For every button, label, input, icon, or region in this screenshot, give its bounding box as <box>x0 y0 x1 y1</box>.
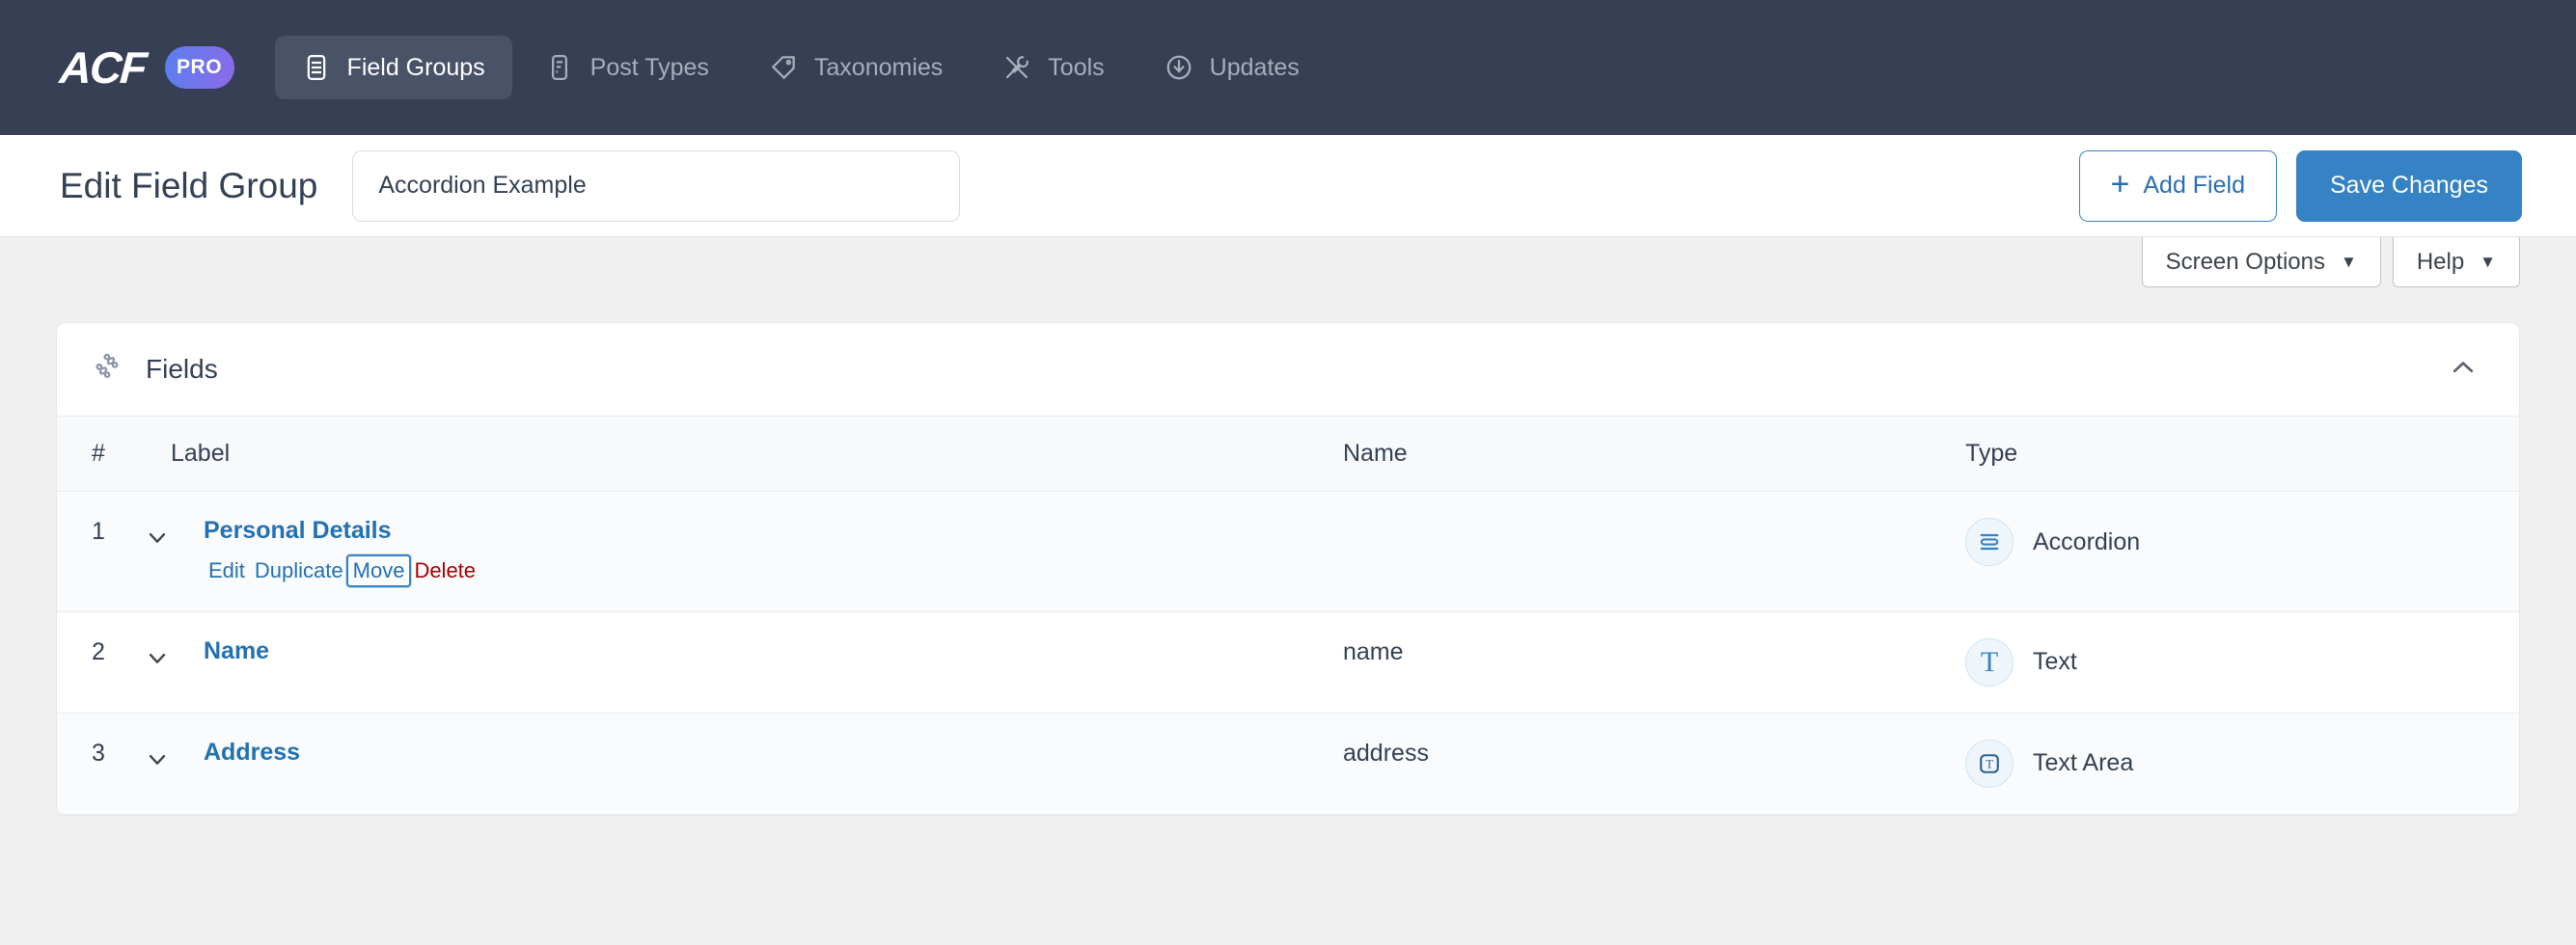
plus-icon: + <box>2111 168 2130 201</box>
row-label-cell: Address <box>171 713 1343 814</box>
row-expand-toggle[interactable] <box>144 518 204 551</box>
nav-label-post-types: Post Types <box>590 54 709 82</box>
table-header-row: # Label Name Type <box>57 417 2519 492</box>
fields-panel-title: Fields <box>146 354 218 385</box>
fields-table-body: 1 Personal Details Edit <box>57 492 2519 815</box>
save-changes-button[interactable]: Save Changes <box>2296 150 2522 222</box>
row-expand-toggle[interactable] <box>144 638 204 671</box>
row-type-label: Text <box>2033 648 2077 676</box>
acf-logo: ACF <box>58 45 147 90</box>
table-row: 3 Address add <box>57 713 2519 814</box>
row-label-cell: Name <box>171 611 1343 713</box>
row-name-cell: name <box>1343 611 1965 713</box>
row-action-delete[interactable]: Delete <box>409 556 480 585</box>
row-number: 1 <box>57 492 171 612</box>
screen-options-tab[interactable]: Screen Options ▼ <box>2142 237 2381 287</box>
text-icon: T <box>1965 638 2014 687</box>
nav-item-taxonomies[interactable]: Taxonomies <box>742 36 970 99</box>
row-expand-toggle[interactable] <box>144 740 204 772</box>
fields-table: # Label Name Type 1 <box>57 416 2519 815</box>
chevron-down-icon: ▼ <box>2341 254 2357 270</box>
fields-panel-area: Fields # Label Name Type <box>0 300 2576 816</box>
row-action-move[interactable]: Move <box>348 556 410 585</box>
row-type-label: Text Area <box>2033 749 2133 777</box>
add-field-button[interactable]: + Add Field <box>2079 150 2277 222</box>
svg-text:T: T <box>1986 757 1993 770</box>
tools-wrench-icon <box>1002 53 1031 82</box>
row-actions: Edit Duplicate Move Delete <box>204 556 480 585</box>
pro-badge: PRO <box>165 46 234 89</box>
acf-brand[interactable]: ACF PRO <box>60 45 234 90</box>
post-types-icon <box>545 53 574 82</box>
help-label: Help <box>2417 249 2464 276</box>
page-title: Edit Field Group <box>60 166 317 206</box>
row-action-edit[interactable]: Edit <box>204 556 250 585</box>
row-name-cell: address <box>1343 713 1965 814</box>
nav-item-updates[interactable]: Updates <box>1137 36 1327 99</box>
nav-label-taxonomies: Taxonomies <box>814 54 943 82</box>
field-groups-icon <box>302 53 331 82</box>
column-header-type: Type <box>1965 417 2519 492</box>
field-label-link[interactable]: Personal Details <box>204 518 480 545</box>
fields-panel: Fields # Label Name Type <box>56 322 2520 816</box>
nav-item-field-groups[interactable]: Field Groups <box>275 36 512 99</box>
row-label-cell: Personal Details Edit Duplicate Move Del… <box>171 492 1343 612</box>
updates-download-icon <box>1165 53 1193 82</box>
row-action-duplicate[interactable]: Duplicate <box>250 556 348 585</box>
field-label-link[interactable]: Name <box>204 638 269 665</box>
add-field-label: Add Field <box>2143 172 2245 200</box>
row-type-cell: T Text <box>1965 611 2519 713</box>
header-action-buttons: + Add Field Save Changes <box>2079 150 2523 222</box>
nav-label-tools: Tools <box>1048 54 1104 82</box>
text-glyph: T <box>1981 648 1998 677</box>
top-navigation-bar: ACF PRO Field Groups <box>0 0 2576 135</box>
nav-item-tools[interactable]: Tools <box>975 36 1131 99</box>
text-area-icon: T <box>1965 740 2014 788</box>
screen-options-label: Screen Options <box>2166 249 2325 276</box>
puzzle-piece-icon <box>92 351 124 389</box>
row-name-cell <box>1343 492 1965 612</box>
help-tab[interactable]: Help ▼ <box>2393 237 2520 287</box>
nav-label-field-groups: Field Groups <box>347 54 485 82</box>
nav-label-updates: Updates <box>1210 54 1300 82</box>
column-header-number: # <box>57 417 171 492</box>
column-header-label: Label <box>171 417 1343 492</box>
field-group-title-input[interactable] <box>352 150 960 222</box>
fields-table-head: # Label Name Type <box>57 417 2519 492</box>
nav-item-post-types[interactable]: Post Types <box>518 36 736 99</box>
screen-meta-row: Screen Options ▼ Help ▼ <box>0 237 2576 300</box>
taxonomies-tag-icon <box>769 53 798 82</box>
chevron-up-icon <box>2449 353 2478 387</box>
field-label-link[interactable]: Address <box>204 740 300 767</box>
table-row: 2 Name name <box>57 611 2519 713</box>
fields-panel-header: Fields <box>57 323 2519 416</box>
table-row: 1 Personal Details Edit <box>57 492 2519 612</box>
row-type-cell: T Text Area <box>1965 713 2519 814</box>
edit-header-bar: Edit Field Group + Add Field Save Change… <box>0 135 2576 237</box>
chevron-down-icon: ▼ <box>2480 254 2496 270</box>
accordion-icon <box>1965 518 2014 566</box>
panel-collapse-toggle[interactable] <box>2442 348 2484 391</box>
row-type-label: Accordion <box>2033 528 2140 556</box>
main-nav-items: Field Groups Post Types Taxonomies <box>275 36 1327 99</box>
row-type-cell: Accordion <box>1965 492 2519 612</box>
column-header-name: Name <box>1343 417 1965 492</box>
